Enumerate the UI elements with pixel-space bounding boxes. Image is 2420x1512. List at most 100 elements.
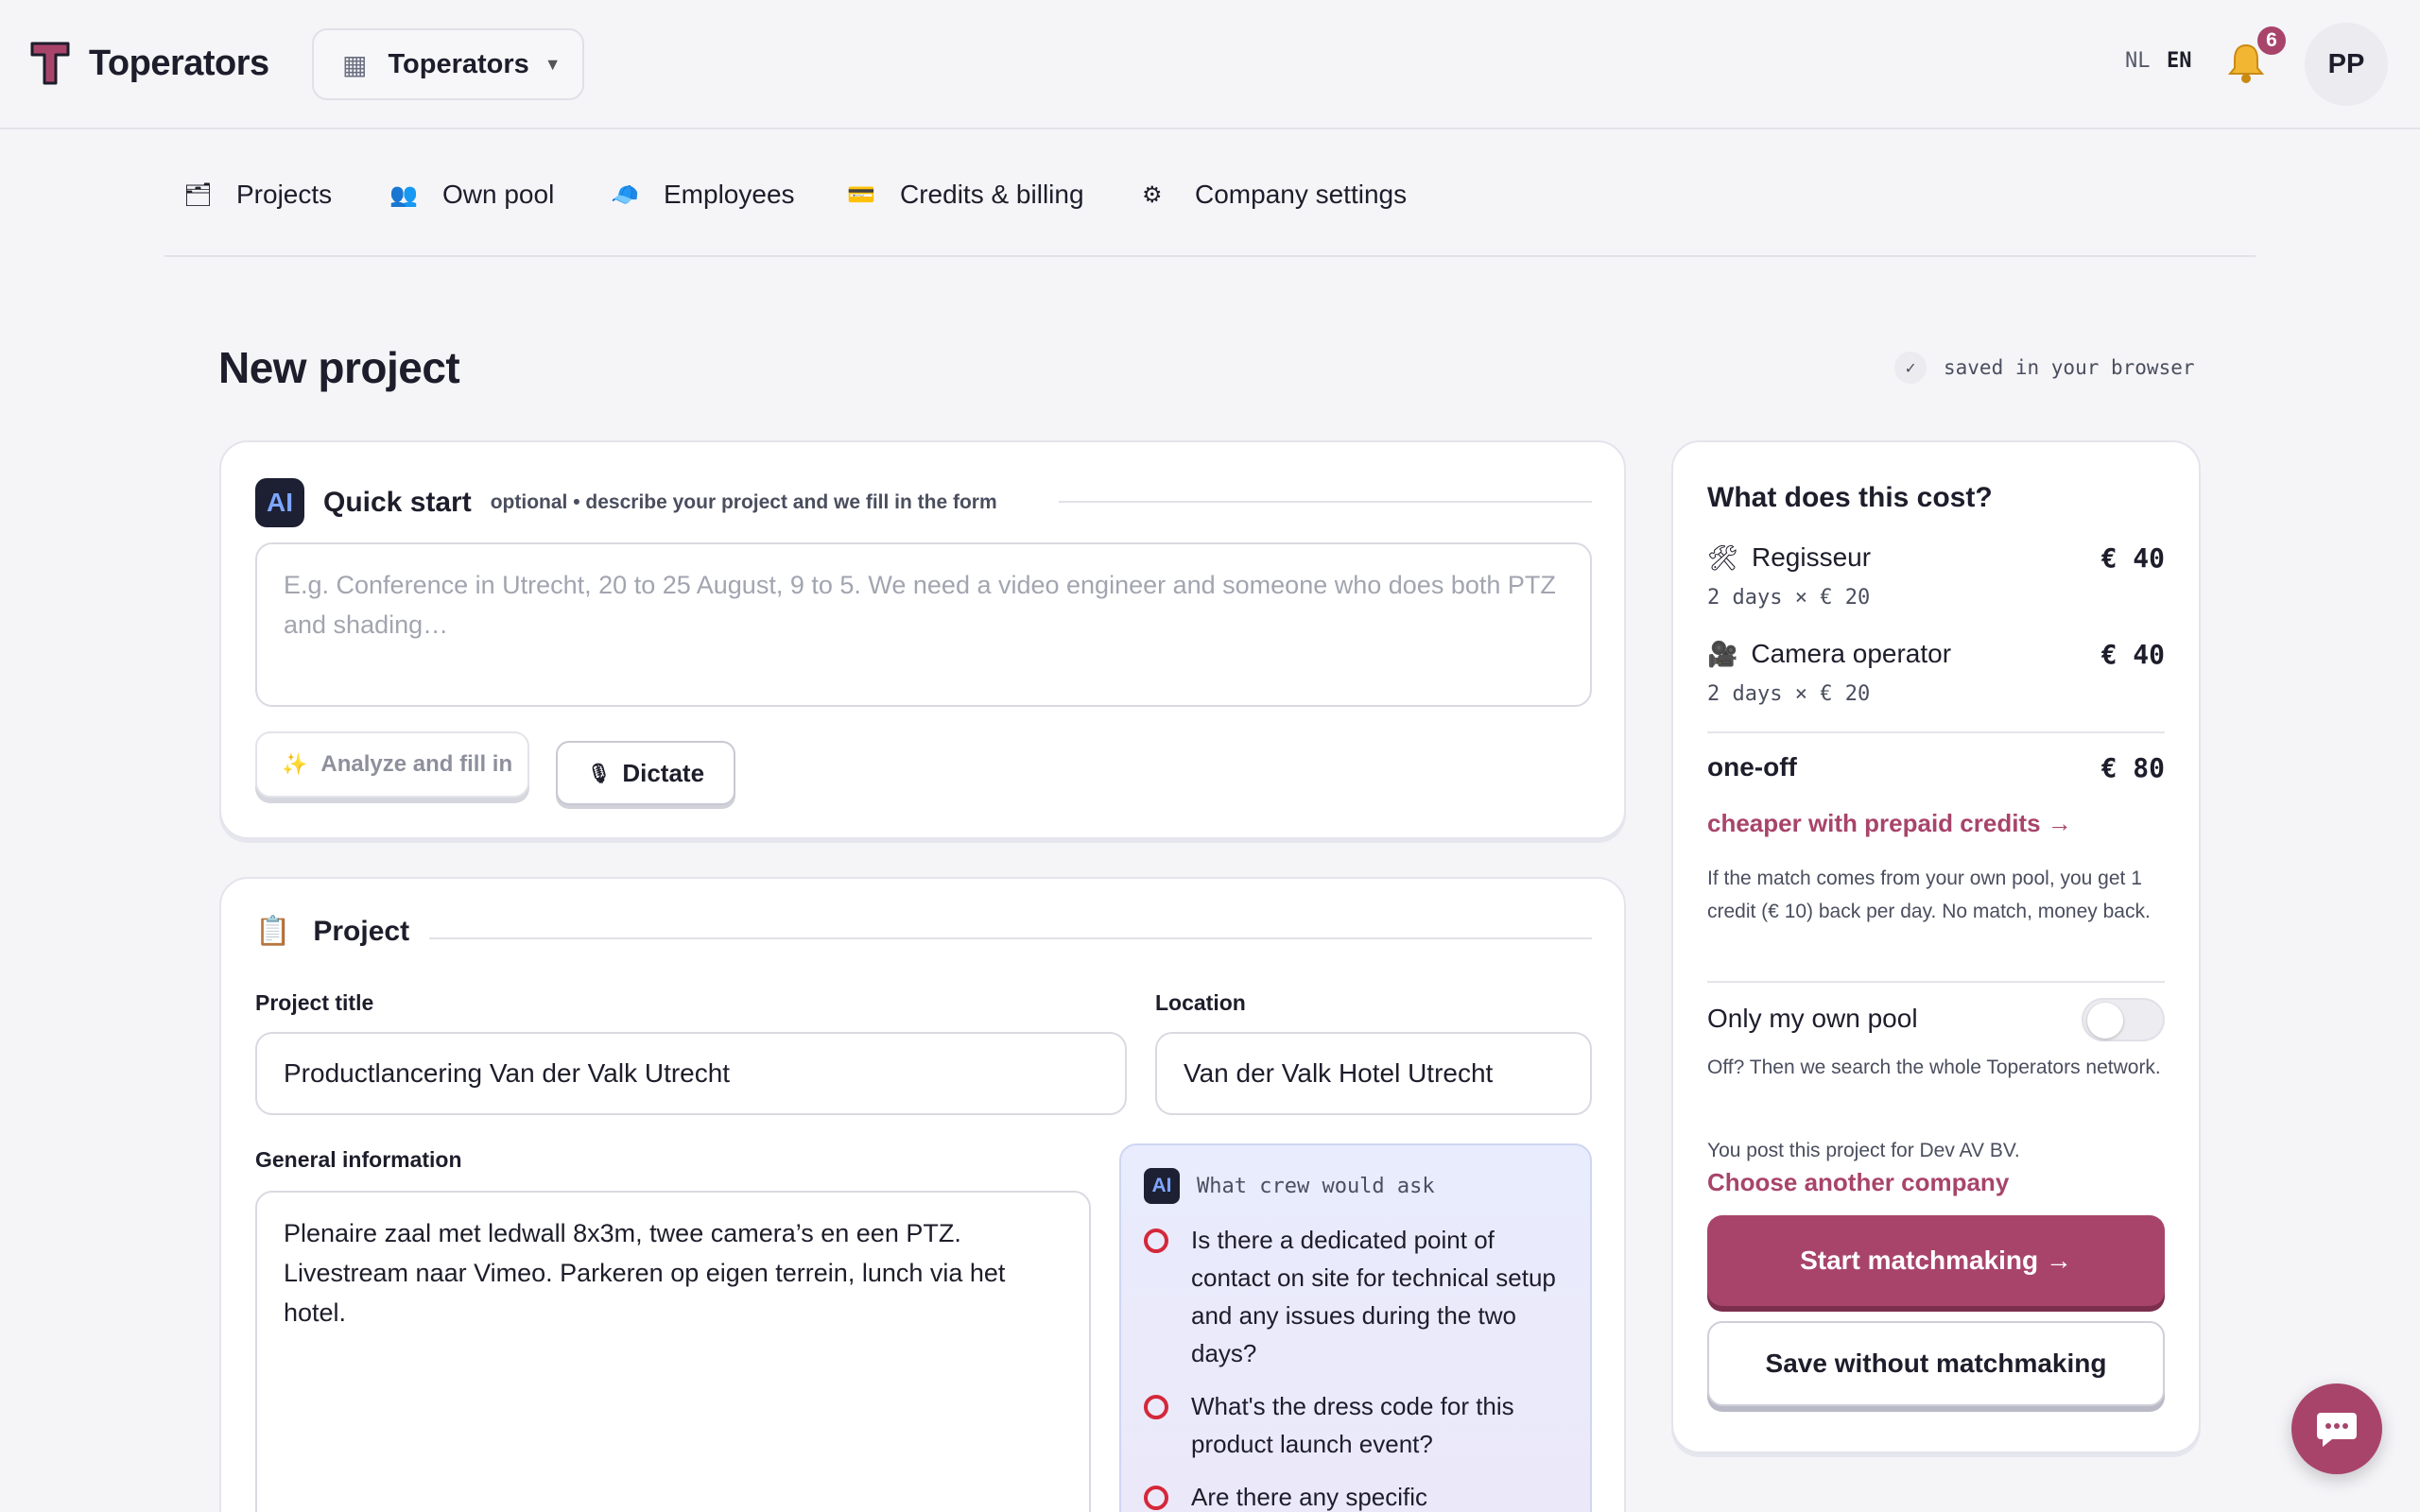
video-camera-icon: 🎥 xyxy=(1707,639,1738,668)
toggle-knob xyxy=(2087,1003,2123,1039)
nav-item-label: Company settings xyxy=(1195,180,1408,209)
project-header: 📋 Project xyxy=(255,915,409,948)
dictate-label: Dictate xyxy=(622,758,705,787)
crew-question-item[interactable]: Are there any specific xyxy=(1144,1478,1579,1512)
nav-item-own-pool[interactable]: 👥 Own pool xyxy=(389,180,554,210)
choose-company-link[interactable]: Choose another company xyxy=(1707,1168,2009,1197)
nav-item-credits-billing[interactable]: 💳 Credits & billing xyxy=(847,180,1084,210)
nav-item-employees[interactable]: 🧢 Employees xyxy=(611,180,795,210)
chat-button[interactable] xyxy=(2291,1383,2382,1474)
chat-bubble-icon xyxy=(2317,1413,2357,1447)
crew-question-text: Is there a dedicated point of contact on… xyxy=(1191,1226,1556,1367)
check-icon: ✓ xyxy=(1894,352,1927,384)
own-pool-note: Off? Then we search the whole Toperators… xyxy=(1707,1057,2161,1078)
quick-start-subtitle: optional • describe your project and we … xyxy=(490,491,997,513)
divider xyxy=(429,937,1592,939)
save-without-matchmaking-button[interactable]: Save without matchmaking xyxy=(1707,1321,2165,1406)
saved-status: ✓ saved in your browser xyxy=(1894,352,2195,384)
company-selector-label: Toperators xyxy=(388,48,529,79)
microphone-icon: 🎙 xyxy=(586,763,612,784)
nav-item-label: Employees xyxy=(664,180,795,209)
building-icon: ▦ xyxy=(342,49,368,79)
total-label: one-off xyxy=(1707,752,1797,782)
general-info-label: General information xyxy=(255,1147,462,1172)
cap-icon: 🧢 xyxy=(611,181,639,208)
quick-start-header: AI Quick start optional • describe your … xyxy=(255,478,997,527)
role-name: Regisseur xyxy=(1752,542,1872,572)
language-en[interactable]: EN xyxy=(2167,49,2192,73)
save-without-matchmaking-label: Save without matchmaking xyxy=(1765,1349,2107,1378)
people-icon: 👥 xyxy=(389,181,418,208)
crew-question-text: What's the dress code for this product l… xyxy=(1191,1392,1514,1458)
cost-role-row: 🛠 Regisseur € 40 2 days × € 20 xyxy=(1707,542,2165,610)
crew-question-item[interactable]: Is there a dedicated point of contact on… xyxy=(1144,1221,1579,1372)
dictate-button[interactable]: 🎙 Dictate xyxy=(556,741,735,805)
crew-question-item[interactable]: What's the dress code for this product l… xyxy=(1144,1387,1579,1463)
analyze-fill-label: Analyze and fill in xyxy=(320,751,513,777)
tools-icon: 🛠 xyxy=(1707,542,1739,572)
project-title-label: Project title xyxy=(255,990,374,1015)
quick-start-card: AI Quick start optional • describe your … xyxy=(219,440,1626,839)
crew-questions-list: Is there a dedicated point of contact on… xyxy=(1144,1221,1579,1512)
sparkles-icon: ✨ xyxy=(282,752,308,776)
role-price: € 40 xyxy=(2100,542,2165,574)
ai-badge-icon: AI xyxy=(255,478,304,527)
own-pool-toggle[interactable] xyxy=(2082,998,2165,1041)
saved-status-text: saved in your browser xyxy=(1944,356,2195,379)
company-selector[interactable]: ▦ Toperators ▼ xyxy=(312,28,584,100)
quick-start-placeholder: E.g. Conference in Utrecht, 20 to 25 Aug… xyxy=(284,571,1556,639)
divider xyxy=(1707,731,2165,733)
project-title-value: Productlancering Van der Valk Utrecht xyxy=(284,1058,731,1088)
own-pool-label: Only my own pool xyxy=(1707,1004,1918,1033)
user-avatar[interactable]: PP xyxy=(2305,23,2388,106)
project-title-input[interactable]: Productlancering Van der Valk Utrecht xyxy=(255,1032,1127,1115)
crew-questions-title: What crew would ask xyxy=(1197,1174,1435,1198)
location-input[interactable]: Van der Valk Hotel Utrecht xyxy=(1155,1032,1592,1115)
ai-badge-icon: AI xyxy=(1144,1168,1180,1204)
location-label: Location xyxy=(1155,990,1246,1015)
prepaid-credits-link[interactable]: cheaper with prepaid credits → xyxy=(1707,809,2072,838)
credit-card-icon: 💳 xyxy=(847,181,875,208)
open-circle-icon xyxy=(1144,1486,1168,1510)
cost-total: one-off € 80 xyxy=(1707,752,2165,783)
nav-item-company-settings[interactable]: ⚙ Company settings xyxy=(1142,180,1407,210)
quick-start-description-input[interactable]: E.g. Conference in Utrecht, 20 to 25 Aug… xyxy=(255,542,1592,707)
refund-note: If the match comes from your own pool, y… xyxy=(1707,868,2151,922)
analyze-fill-button[interactable]: ✨ Analyze and fill in xyxy=(255,731,529,798)
cost-summary-card: What does this cost? 🛠 Regisseur € 40 2 … xyxy=(1671,440,2201,1453)
folder-icon: 🗂 xyxy=(183,181,213,208)
total-price: € 80 xyxy=(2100,752,2165,783)
main-navigation: 🗂 Projects 👥 Own pool 🧢 Employees 💳 Cred… xyxy=(164,130,2256,257)
general-info-value: Plenaire zaal met ledwall 8x3m, twee cam… xyxy=(284,1219,1006,1327)
chevron-down-icon: ▼ xyxy=(544,54,562,74)
divider xyxy=(1059,501,1592,503)
brand[interactable]: Toperators xyxy=(30,42,269,85)
crew-questions-header: AI What crew would ask xyxy=(1144,1168,1435,1204)
cost-title: What does this cost? xyxy=(1707,482,1993,513)
top-bar: Toperators ▦ Toperators ▼ NL EN 6 PP xyxy=(0,0,2420,129)
open-circle-icon xyxy=(1144,1395,1168,1419)
nav-item-label: Projects xyxy=(236,180,333,209)
language-nl[interactable]: NL xyxy=(2125,49,2151,73)
start-matchmaking-label: Start matchmaking → xyxy=(1800,1246,2072,1275)
role-calculation: 2 days × € 20 xyxy=(1707,586,1871,610)
role-name: Camera operator xyxy=(1751,639,1952,668)
toperators-logo-icon xyxy=(30,42,70,85)
post-for-note: You post this project for Dev AV BV. xyxy=(1707,1140,2020,1161)
open-circle-icon xyxy=(1144,1228,1168,1253)
nav-item-label: Own pool xyxy=(442,180,555,209)
start-matchmaking-button[interactable]: Start matchmaking → xyxy=(1707,1215,2165,1306)
nav-item-label: Credits & billing xyxy=(900,180,1084,209)
project-card: 📋 Project Project title Productlancering… xyxy=(219,877,1626,1512)
location-value: Van der Valk Hotel Utrecht xyxy=(1184,1058,1494,1088)
app-name: Toperators xyxy=(89,43,269,83)
divider xyxy=(1707,981,2165,983)
role-price: € 40 xyxy=(2100,639,2165,670)
clipboard-icon: 📋 xyxy=(255,916,291,947)
cost-role-row: 🎥 Camera operator € 40 2 days × € 20 xyxy=(1707,639,2165,706)
gear-icon: ⚙ xyxy=(1142,181,1163,208)
project-section-title: Project xyxy=(313,915,410,947)
notification-count-badge: 6 xyxy=(2256,25,2288,57)
general-info-input[interactable]: Plenaire zaal met ledwall 8x3m, twee cam… xyxy=(255,1191,1091,1512)
nav-item-projects[interactable]: 🗂 Projects xyxy=(183,180,332,210)
